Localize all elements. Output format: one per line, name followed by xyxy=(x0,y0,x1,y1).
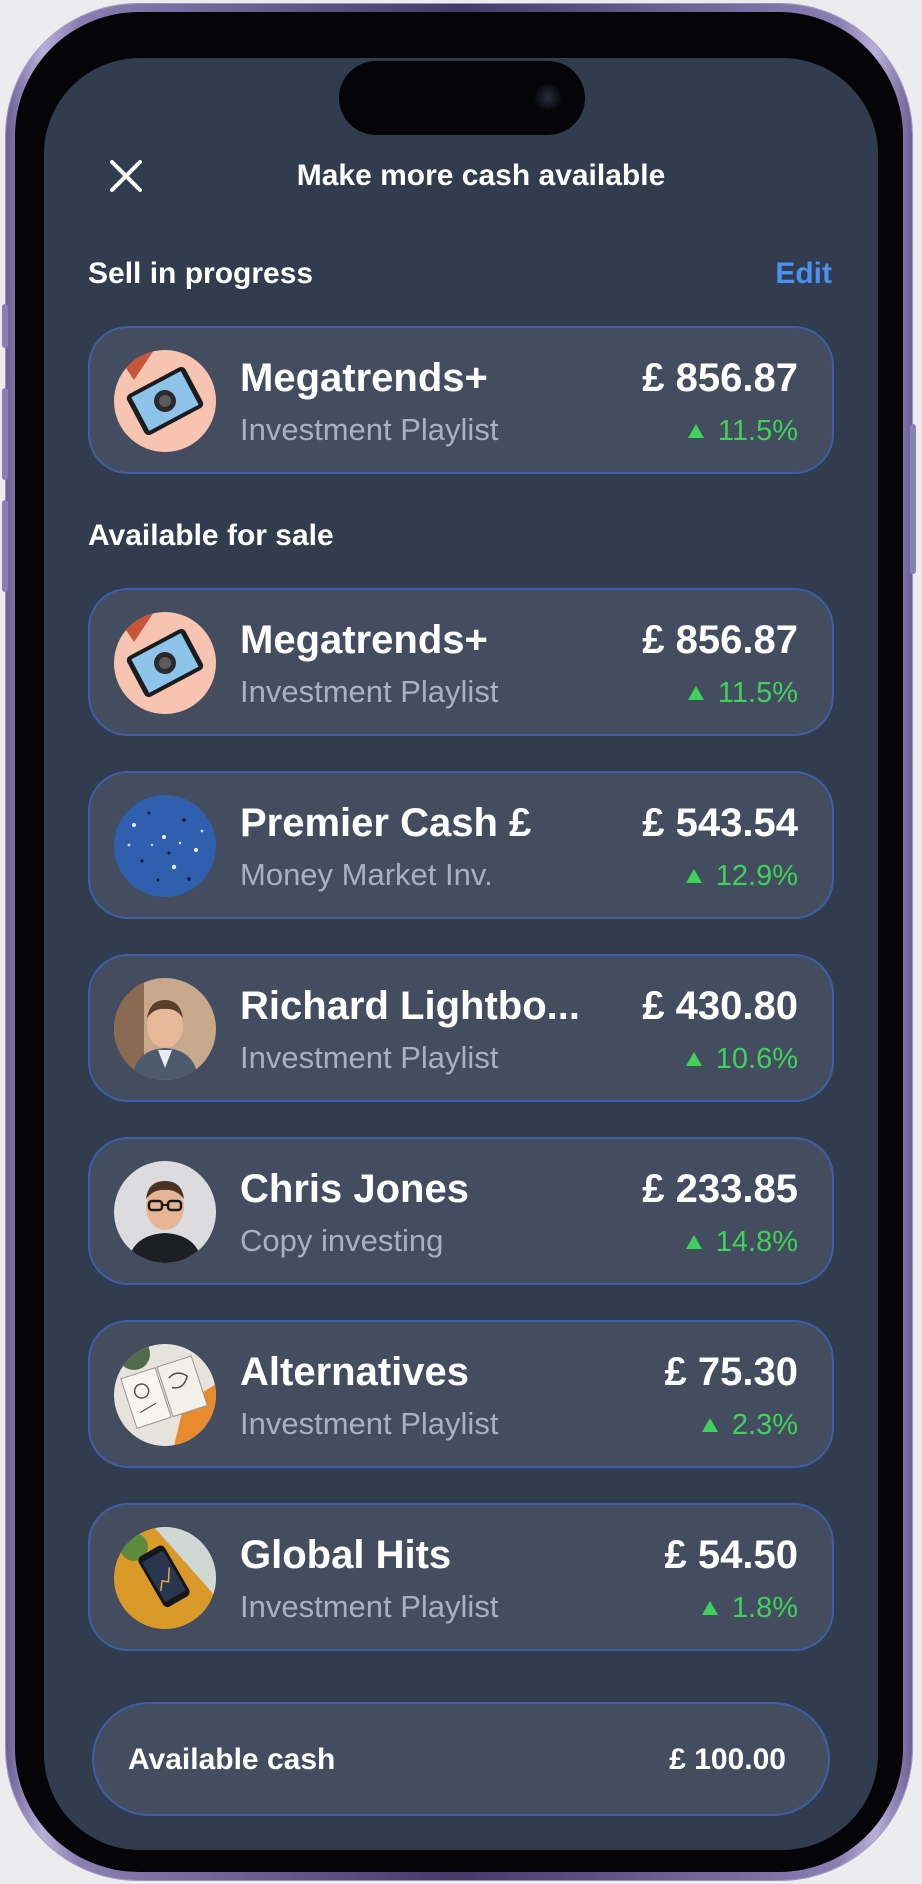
available-cash-value: £ 100.00 xyxy=(669,1743,786,1776)
item-change-percent: 1.8% xyxy=(731,1592,798,1624)
item-change: 1.8% xyxy=(701,1589,798,1627)
side-button-power xyxy=(910,424,916,574)
item-value: £ 430.80 xyxy=(642,984,798,1028)
item-value: £ 543.54 xyxy=(642,801,798,845)
item-name: Richard Lightbo... xyxy=(240,984,580,1028)
item-change-percent: 14.8% xyxy=(715,1226,798,1258)
item-value: £ 54.50 xyxy=(664,1533,798,1577)
available-cash-bar: Available cash £ 100.00 xyxy=(92,1702,830,1816)
side-button-volume-down xyxy=(2,500,8,592)
item-change: 11.5% xyxy=(687,674,798,712)
side-button-action xyxy=(2,304,8,348)
up-arrow-icon xyxy=(687,686,704,700)
item-name: Alternatives xyxy=(240,1350,469,1394)
page-title: Make more cash available xyxy=(296,159,666,192)
available-item-card[interactable]: Megatrends+ Investment Playlist £ 856.87… xyxy=(88,588,834,736)
up-arrow-icon xyxy=(701,1418,718,1432)
item-change-percent: 12.9% xyxy=(715,860,798,892)
camera-icon xyxy=(535,84,561,110)
item-subtitle: Money Market Inv. xyxy=(240,857,493,892)
item-name: Megatrends+ xyxy=(240,618,488,662)
item-subtitle: Investment Playlist xyxy=(240,1589,499,1624)
item-value: £ 856.87 xyxy=(642,618,798,662)
item-name: Megatrends+ xyxy=(240,356,488,400)
item-name: Chris Jones xyxy=(240,1167,469,1211)
item-subtitle: Investment Playlist xyxy=(240,412,499,447)
available-item-card[interactable]: Global Hits Investment Playlist £ 54.50 … xyxy=(88,1503,834,1651)
item-change: 14.8% xyxy=(685,1223,798,1261)
up-arrow-icon xyxy=(685,869,702,883)
item-change-percent: 11.5% xyxy=(717,677,798,709)
item-subtitle: Investment Playlist xyxy=(240,674,499,709)
up-arrow-icon xyxy=(685,1052,702,1066)
item-change: 11.5% xyxy=(687,412,798,450)
item-value: £ 75.30 xyxy=(664,1350,798,1394)
section-title-available-for-sale: Available for sale xyxy=(88,519,334,552)
item-value: £ 856.87 xyxy=(642,356,798,400)
available-item-card[interactable]: Alternatives Investment Playlist £ 75.30… xyxy=(88,1320,834,1468)
sketchbook-drawings-thumb xyxy=(114,1344,216,1446)
item-change: 12.9% xyxy=(685,857,798,895)
item-value: £ 233.85 xyxy=(642,1167,798,1211)
item-change-percent: 11.5% xyxy=(717,415,798,447)
up-arrow-icon xyxy=(701,1601,718,1615)
item-subtitle: Investment Playlist xyxy=(240,1406,499,1441)
item-change-percent: 10.6% xyxy=(715,1043,798,1075)
man-with-glasses-portrait xyxy=(114,1161,216,1263)
available-cash-label: Available cash xyxy=(128,1743,336,1776)
available-item-card[interactable]: Chris Jones Copy investing £ 233.85 14.8… xyxy=(88,1137,834,1285)
item-change-percent: 2.3% xyxy=(731,1409,798,1441)
available-item-card[interactable]: Richard Lightbo... Investment Playlist £… xyxy=(88,954,834,1102)
item-subtitle: Investment Playlist xyxy=(240,1040,499,1075)
blue-glitter-thumb xyxy=(114,795,216,897)
item-subtitle: Copy investing xyxy=(240,1223,444,1258)
item-change: 2.3% xyxy=(701,1406,798,1444)
dynamic-island xyxy=(339,61,585,135)
up-arrow-icon xyxy=(685,1235,702,1249)
tablet-vr-headset-thumb xyxy=(114,350,216,452)
up-arrow-icon xyxy=(687,424,704,438)
item-name: Global Hits xyxy=(240,1533,452,1577)
item-name: Premier Cash £ xyxy=(240,801,532,845)
available-item-card[interactable]: Premier Cash £ Money Market Inv. £ 543.5… xyxy=(88,771,834,919)
phone-on-map-thumb xyxy=(114,1527,216,1629)
man-in-suit-portrait xyxy=(114,978,216,1080)
edit-button[interactable]: Edit xyxy=(775,254,832,294)
app-screen: Make more cash available Sell in progres… xyxy=(44,58,878,1850)
tablet-vr-headset-thumb xyxy=(114,612,216,714)
section-title-sell-in-progress: Sell in progress xyxy=(88,257,314,290)
item-change: 10.6% xyxy=(685,1040,798,1078)
sell-in-progress-card[interactable]: Megatrends+ Investment Playlist £ 856.87… xyxy=(88,326,834,474)
side-button-volume-up xyxy=(2,388,8,480)
